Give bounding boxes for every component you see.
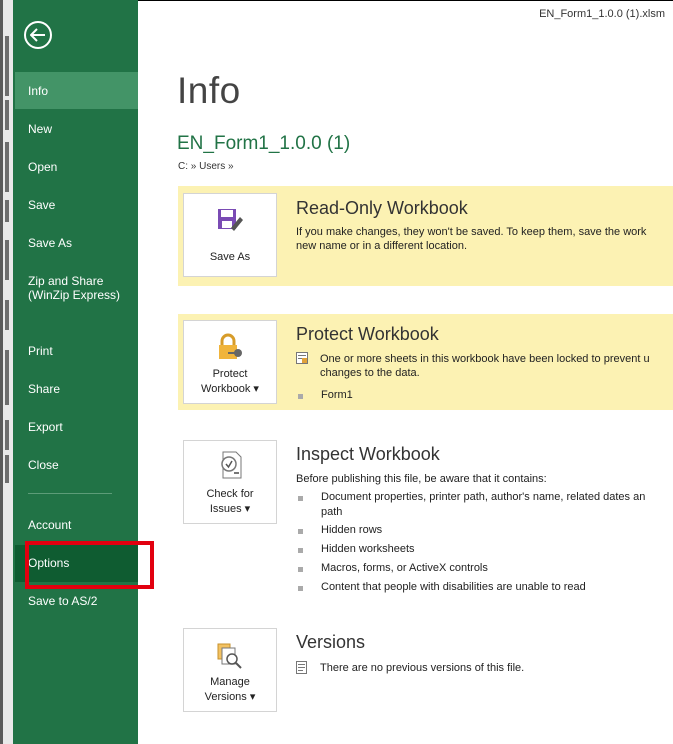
save-as-icon bbox=[218, 209, 243, 231]
protected-sheet-item: Form1 bbox=[298, 389, 353, 401]
protect-label-1: Protect bbox=[212, 368, 248, 380]
inspect-item: Document properties, printer path, autho… bbox=[298, 491, 645, 503]
protect-label-2: Workbook ▾ bbox=[201, 383, 259, 395]
nav-separator bbox=[28, 493, 112, 494]
inspect-title: Inspect Workbook bbox=[296, 444, 440, 464]
arrow-left-icon bbox=[30, 28, 45, 42]
inspect-panel: Check for Issues ▾ Inspect Workbook Befo… bbox=[178, 438, 673, 608]
save-as-label: Save As bbox=[209, 251, 251, 263]
readonly-panel: Save As Read-Only Workbook If you make c… bbox=[178, 186, 673, 286]
nav-save-as[interactable]: Save As bbox=[15, 236, 138, 250]
check-issues-label-2: Issues ▾ bbox=[209, 503, 251, 515]
manage-versions-label-1: Manage bbox=[210, 676, 250, 688]
nav-export[interactable]: Export bbox=[15, 420, 138, 434]
nav-account[interactable]: Account bbox=[15, 518, 138, 532]
inspect-item: Macros, forms, or ActiveX controls bbox=[298, 562, 488, 574]
nav-zip-and-share[interactable]: Zip and Share (WinZip Express) bbox=[15, 274, 125, 302]
versions-panel: Manage Versions ▾ Versions There are no … bbox=[178, 626, 673, 726]
nav-close[interactable]: Close bbox=[15, 458, 138, 472]
inspect-item-continuation: path bbox=[321, 506, 343, 518]
inspect-item: Hidden worksheets bbox=[298, 543, 415, 555]
versions-icon bbox=[217, 643, 242, 669]
nav-save-to-as2[interactable]: Save to AS/2 bbox=[15, 594, 138, 608]
nav-info[interactable]: Info bbox=[15, 72, 138, 109]
inspect-intro: Before publishing this file, be aware th… bbox=[296, 473, 547, 485]
document-name: EN_Form1_1.0.0 (1) bbox=[177, 133, 351, 154]
inspect-item: Hidden rows bbox=[298, 524, 382, 536]
nav-save[interactable]: Save bbox=[15, 198, 138, 212]
protect-workbook-button[interactable]: Protect Workbook ▾ bbox=[183, 320, 277, 404]
window-filename: EN_Form1_1.0.0 (1).xlsm bbox=[539, 8, 665, 20]
backstage-sidebar bbox=[13, 0, 138, 744]
manage-versions-button[interactable]: Manage Versions ▾ bbox=[183, 628, 277, 712]
protect-line1: One or more sheets in this workbook have… bbox=[320, 353, 650, 365]
nav-open[interactable]: Open bbox=[15, 160, 138, 174]
sheet-edge-strip bbox=[3, 0, 13, 744]
readonly-title: Read-Only Workbook bbox=[296, 198, 468, 218]
inspect-item: Content that people with disabilities ar… bbox=[298, 581, 586, 593]
versions-title: Versions bbox=[296, 632, 366, 652]
manage-versions-label-2: Versions ▾ bbox=[204, 691, 256, 703]
readonly-line1: If you make changes, they won't be saved… bbox=[296, 226, 647, 238]
inspect-document-icon bbox=[221, 451, 242, 479]
check-issues-label-1: Check for bbox=[206, 488, 254, 500]
nav-new[interactable]: New bbox=[15, 122, 138, 136]
readonly-line2: new name or in a different location. bbox=[296, 240, 468, 252]
options-highlight-box bbox=[25, 541, 154, 589]
protect-panel: Protect Workbook ▾ Protect Workbook One … bbox=[178, 314, 673, 410]
check-for-issues-button[interactable]: Check for Issues ▾ bbox=[183, 440, 277, 524]
protect-title: Protect Workbook bbox=[296, 324, 439, 344]
document-path[interactable]: C: » Users » bbox=[178, 161, 234, 172]
lock-key-icon bbox=[219, 333, 242, 359]
protect-line2: changes to the data. bbox=[320, 367, 420, 379]
save-as-button[interactable]: Save As bbox=[183, 193, 277, 277]
page-title: Info bbox=[177, 70, 241, 111]
sheet-lock-icon bbox=[296, 352, 308, 364]
back-button[interactable] bbox=[24, 21, 52, 49]
versions-text: There are no previous versions of this f… bbox=[320, 662, 525, 674]
nav-share[interactable]: Share bbox=[15, 382, 138, 396]
nav-print[interactable]: Print bbox=[15, 344, 138, 358]
version-document-icon bbox=[296, 661, 307, 674]
